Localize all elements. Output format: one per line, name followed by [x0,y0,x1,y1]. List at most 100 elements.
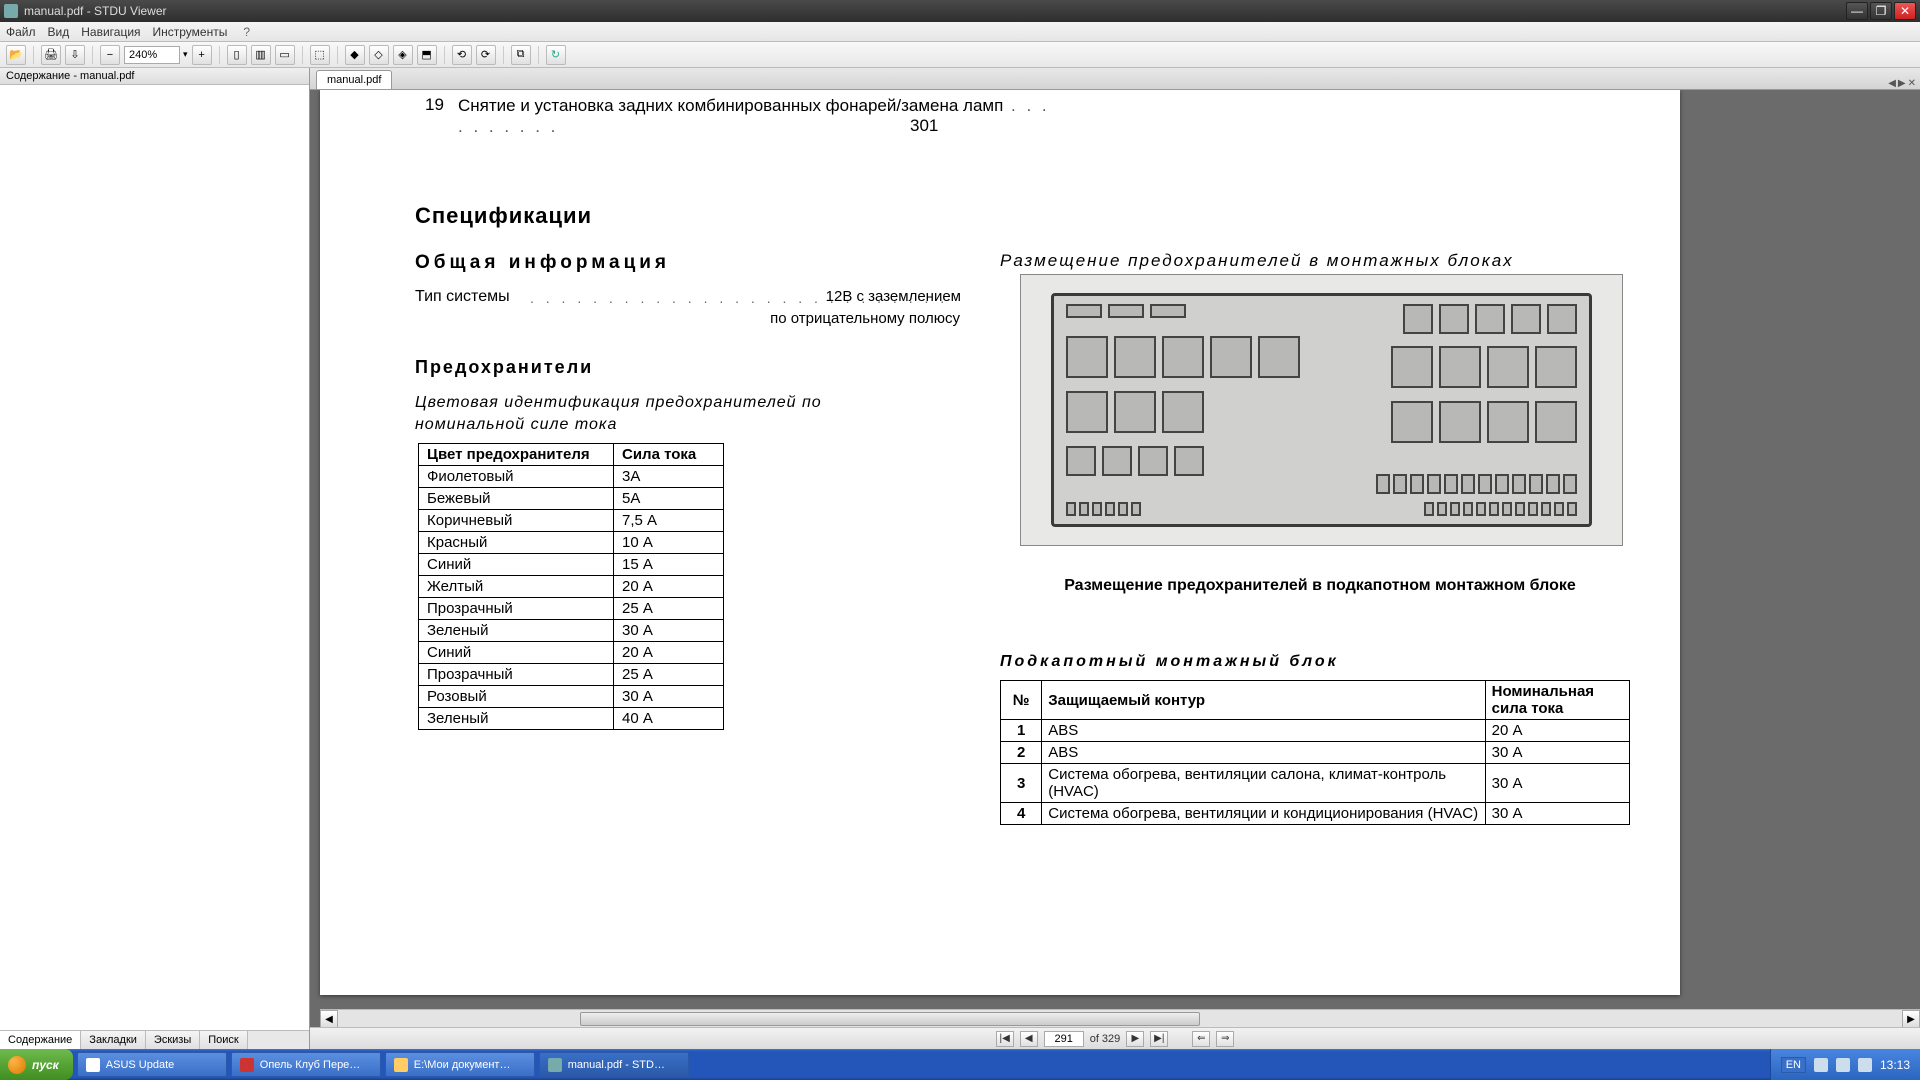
zoom-input[interactable] [124,46,180,64]
first-page-icon[interactable]: |◀ [996,1031,1014,1047]
copy-icon[interactable]: ⧉ [511,45,531,65]
refresh-icon[interactable]: ↻ [546,45,566,65]
main: manual.pdf ◀ ▶ ✕ 19 Снятие и установка з… [310,68,1920,1049]
print-icon[interactable]: 🖨 [41,45,61,65]
tool-c-icon[interactable]: ◈ [393,45,413,65]
toolbar: 📂 🖨 ⇩ − ▾ + ▯ ▥ ▭ ⬚ ◆ ◇ ◈ ⬒ ⟲ ⟳ ⧉ ↻ [0,42,1920,68]
heading-general: Общая информация [415,252,670,274]
zoom-out-icon[interactable]: − [100,45,120,65]
tool-d-icon[interactable]: ⬒ [417,45,437,65]
taskbar-item[interactable]: ASUS Update [77,1052,227,1077]
toc-num: 19 [425,95,444,115]
select-icon[interactable]: ⬚ [310,45,330,65]
doctab[interactable]: manual.pdf [316,70,392,89]
app-icon [86,1058,100,1072]
heading-placement: Размещение предохранителей в монтажных б… [1000,251,1514,271]
menu-view[interactable]: Вид [48,25,70,39]
system-tray: EN 13:13 [1770,1049,1920,1080]
titlebar: manual.pdf - STDU Viewer — ❐ ✕ [0,0,1920,22]
minimize-button[interactable]: — [1846,2,1868,20]
clock[interactable]: 13:13 [1880,1058,1910,1072]
table-row: Желтый20 А [419,576,724,598]
next-page-icon[interactable]: ▶ [1126,1031,1144,1047]
prev-page-icon[interactable]: ◀ [1020,1031,1038,1047]
tool-a-icon[interactable]: ◆ [345,45,365,65]
table-row: Синий20 А [419,642,724,664]
menu-help[interactable]: ? [243,25,250,39]
open-icon[interactable]: 📂 [6,45,26,65]
tab-thumbnails[interactable]: Эскизы [146,1031,200,1049]
menu-tools[interactable]: Инструменты [153,25,228,39]
menubar: Файл Вид Навигация Инструменты ? [0,22,1920,42]
doctab-nav: ◀ ▶ ✕ [1888,78,1920,89]
sys-label: Тип системы [415,288,510,306]
last-page-icon[interactable]: ▶| [1150,1031,1168,1047]
toc-page: 301 [910,116,938,136]
fuse-color-table: Цвет предохранителяСила тока Фиолетовый3… [418,443,724,730]
tray-icon[interactable] [1836,1058,1850,1072]
sys-val2: по отрицательному полюсу [720,310,960,327]
taskbar-item[interactable]: manual.pdf - STD… [539,1052,689,1077]
close-button[interactable]: ✕ [1894,2,1916,20]
table-row: 1ABS20 А [1001,720,1630,742]
nav-back-icon[interactable]: ⇐ [1192,1031,1210,1047]
heading-colorid: Цветовая идентификация предохранителей п… [415,392,855,436]
maximize-button[interactable]: ❐ [1870,2,1892,20]
back-icon[interactable]: ⟲ [452,45,472,65]
workspace: Содержание - manual.pdf Содержание Закла… [0,68,1920,1049]
underhood-table: №Защищаемый контурНоминальная сила тока … [1000,680,1630,825]
tab-bookmarks[interactable]: Закладки [81,1031,146,1049]
table-row: Коричневый7,5 А [419,510,724,532]
tray-icon[interactable] [1858,1058,1872,1072]
doctab-next-icon[interactable]: ▶ [1898,78,1906,89]
tab-search[interactable]: Поиск [200,1031,247,1049]
pdf-page: 19 Снятие и установка задних комбинирова… [320,90,1680,995]
sys-val: 12В с заземлением [791,288,961,305]
taskbar-item[interactable]: E:\Мои документ… [385,1052,535,1077]
facing-icon[interactable]: ▭ [275,45,295,65]
fusebox-image [1020,274,1623,546]
viewer: 19 Снятие и установка задних комбинирова… [310,90,1920,1027]
continuous-icon[interactable]: ▥ [251,45,271,65]
page-nav-bar: |◀ ◀ of 329 ▶ ▶| ⇐ ⇒ [310,1027,1920,1049]
table-row: Зеленый40 А [419,708,724,730]
menu-nav[interactable]: Навигация [81,25,140,39]
forward-icon[interactable]: ⟳ [476,45,496,65]
table-row: Розовый30 А [419,686,724,708]
scroll-area[interactable]: 19 Снятие и установка задних комбинирова… [310,90,1920,1027]
folder-icon [394,1058,408,1072]
zoom-dropdown-icon[interactable]: ▾ [183,49,188,60]
table-row: Красный10 А [419,532,724,554]
heading-fuse: Предохранители [415,357,593,378]
app-icon [240,1058,254,1072]
hscroll-left-icon[interactable]: ◀ [320,1010,338,1027]
start-button[interactable]: пуск [0,1049,73,1080]
doctab-close-icon[interactable]: ✕ [1908,78,1916,89]
taskbar: пуск ASUS Update Опель Клуб Пере… E:\Мои… [0,1049,1920,1080]
menu-file[interactable]: Файл [6,25,36,39]
tool-b-icon[interactable]: ◇ [369,45,389,65]
zoom-box: ▾ [124,46,188,64]
fusebox-caption: Размещение предохранителей в подкапотном… [1020,576,1620,596]
table-row: Фиолетовый3A [419,466,724,488]
taskbar-item[interactable]: Опель Клуб Пере… [231,1052,381,1077]
export-icon[interactable]: ⇩ [65,45,85,65]
hscroll-right-icon[interactable]: ▶ [1902,1010,1920,1027]
zoom-in-icon[interactable]: + [192,45,212,65]
toc-text: Снятие и установка задних комбинированны… [458,95,1058,137]
table-row: Прозрачный25 А [419,664,724,686]
hscroll-thumb[interactable] [580,1012,1200,1026]
doctab-prev-icon[interactable]: ◀ [1888,78,1896,89]
table-row: 4Система обогрева, вентиляции и кондицио… [1001,803,1630,825]
h-scrollbar[interactable]: ◀ ▶ [320,1009,1920,1027]
sidebar-body[interactable] [0,85,309,1030]
single-page-icon[interactable]: ▯ [227,45,247,65]
nav-fwd-icon[interactable]: ⇒ [1216,1031,1234,1047]
page-input[interactable] [1044,1031,1084,1047]
tab-contents[interactable]: Содержание [0,1031,81,1049]
table-row: 2ABS30 А [1001,742,1630,764]
table-row: Прозрачный25 А [419,598,724,620]
tray-icon[interactable] [1814,1058,1828,1072]
lang-indicator[interactable]: EN [1781,1057,1806,1073]
page-total: of 329 [1090,1033,1121,1045]
